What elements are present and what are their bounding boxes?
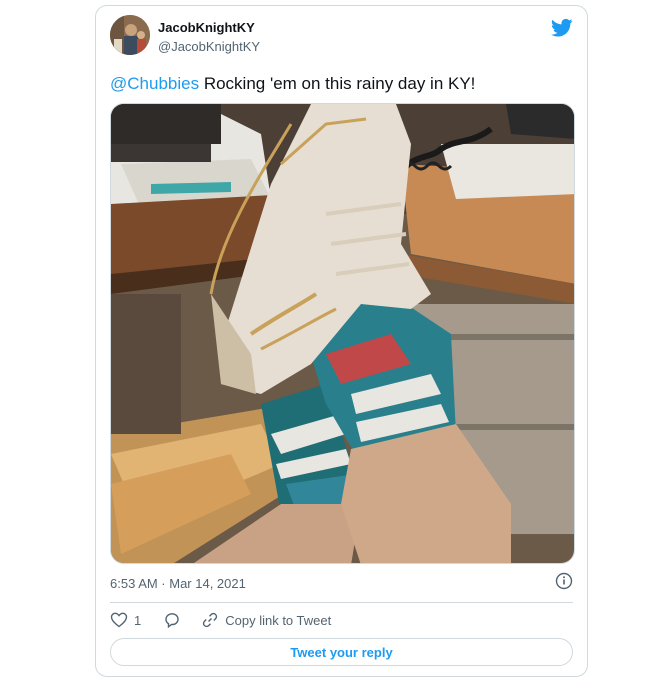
link-icon: [203, 612, 218, 628]
tweet-text: @Chubbies Rocking 'em on this rainy day …: [110, 74, 475, 94]
author-display-name[interactable]: JacobKnightKY: [158, 20, 255, 35]
tweet-actions: 1 Copy link to Tweet: [110, 610, 331, 630]
tweet-body: Rocking 'em on this rainy day in KY!: [199, 74, 476, 93]
mention-link[interactable]: @Chubbies: [110, 74, 199, 93]
info-icon[interactable]: [555, 572, 573, 590]
author-handle[interactable]: @JacobKnightKY: [158, 39, 260, 54]
reply-button[interactable]: [163, 611, 181, 629]
avatar[interactable]: [110, 15, 150, 55]
tweet-timestamp[interactable]: 6:53 AM · Mar 14, 2021: [110, 576, 246, 591]
like-count: 1: [134, 612, 142, 628]
heart-icon: [110, 612, 128, 628]
copy-link-button[interactable]: Copy link to Tweet: [201, 611, 331, 629]
like-button[interactable]: 1: [110, 611, 163, 629]
tweet-card: JacobKnightKY @JacobKnightKY @Chubbies R…: [95, 5, 588, 677]
copy-link-label: Copy link to Tweet: [225, 612, 332, 628]
tweet-your-reply-button[interactable]: Tweet your reply: [110, 638, 573, 666]
twitter-bird-icon[interactable]: [551, 18, 573, 38]
tweet-photo[interactable]: [110, 103, 575, 564]
speech-bubble-icon: [165, 613, 179, 629]
divider: [110, 602, 573, 603]
